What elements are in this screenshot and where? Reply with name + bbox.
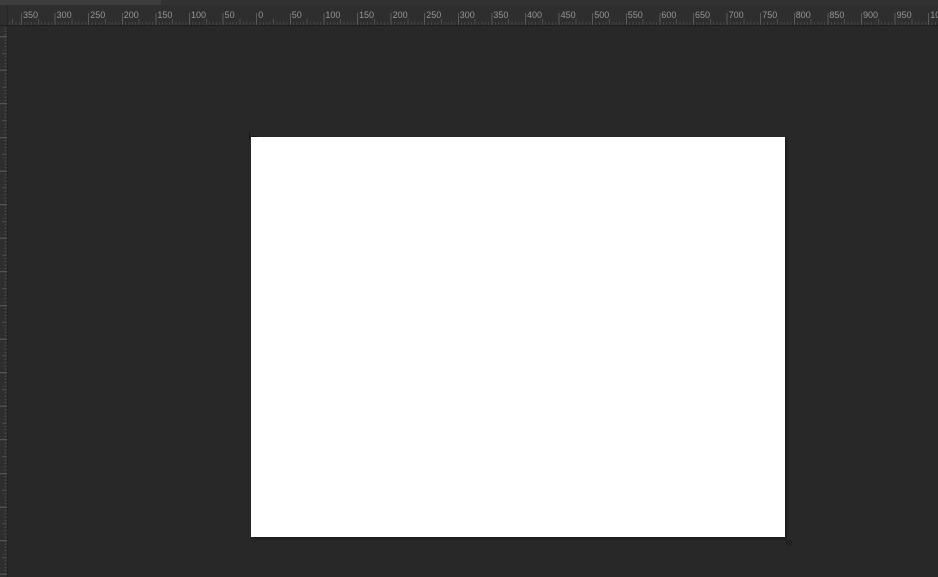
vertical-ruler[interactable] (0, 26, 8, 577)
ruler-origin-corner (0, 5, 8, 26)
ruler-tick-label: 500 (594, 10, 610, 20)
ruler-tick-label: 350 (23, 10, 39, 20)
document-tab-bar: Untitled-1 @ 66.7% (RGB/8) (0, 0, 938, 5)
ruler-tick-label: 200 (392, 10, 408, 20)
ruler-tick-label: 700 (728, 10, 744, 20)
ruler-tick-label: 850 (829, 10, 845, 20)
ruler-tick-label: 150 (157, 10, 173, 20)
document-canvas[interactable] (251, 137, 785, 537)
canvas-corner-mark-top-left (249, 132, 250, 140)
ruler-tick-label: 400 (527, 10, 543, 20)
ruler-tick-label: 50 (224, 10, 235, 20)
canvas-corner-mark-bottom-right (786, 540, 792, 546)
ruler-tick-label: 900 (863, 10, 879, 20)
canvas-corner-mark-top-left (251, 136, 257, 137)
ruler-tick-label: 950 (896, 10, 912, 20)
ruler-tick-label: 200 (123, 10, 139, 20)
ruler-tick-label: 100 (325, 10, 341, 20)
ruler-tick-label: 250 (426, 10, 442, 20)
ruler-tick-label: 750 (762, 10, 778, 20)
ruler-tick-label: 450 (560, 10, 576, 20)
ruler-tick-label: 100 (191, 10, 207, 20)
ruler-tick-label: 550 (627, 10, 643, 20)
ruler-tick-label: 1000 (930, 10, 938, 20)
ruler-tick-label: 150 (359, 10, 375, 20)
ruler-tick-label: 0 (258, 10, 264, 20)
ruler-tick-label: 800 (795, 10, 811, 20)
ruler-tick-label: 650 (695, 10, 711, 20)
ruler-tick-label: 350 (493, 10, 509, 20)
document-tab[interactable]: Untitled-1 @ 66.7% (RGB/8) (0, 0, 161, 5)
ruler-tick-label: 300 (459, 10, 475, 20)
ruler-tick-label: 300 (56, 10, 72, 20)
horizontal-ruler[interactable]: 350 300 250 200 150 100 50 0 50 100 150 200 250 300 35… (8, 5, 938, 26)
ruler-tick-label: 50 (291, 10, 302, 20)
ruler-tick-label: 600 (661, 10, 677, 20)
ruler-tick-label: 250 (90, 10, 106, 20)
